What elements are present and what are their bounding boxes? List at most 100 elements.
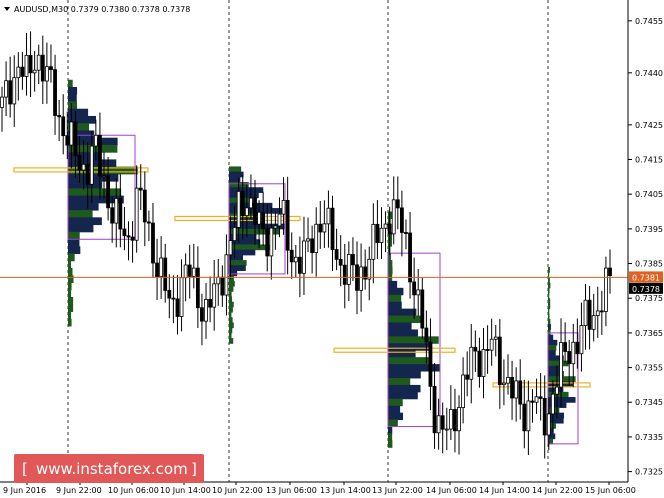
candle-bull (559, 342, 563, 388)
candle-bull (448, 409, 453, 430)
candle-bull (514, 380, 519, 399)
last-price-label: 0.7378 (632, 285, 660, 294)
candle-bull (269, 227, 274, 257)
volume-bar (229, 312, 232, 318)
candle-bear (485, 349, 490, 351)
candle-bull (204, 299, 208, 322)
candle-bear (110, 207, 115, 224)
candle-bull (293, 256, 298, 263)
candle-bear (126, 235, 131, 238)
volume-bar (68, 94, 77, 102)
volume-bar (68, 304, 74, 312)
x-tick-label: 14 Jun 14:00 (479, 486, 530, 495)
volume-bar (388, 260, 393, 268)
candle-bear (399, 207, 404, 233)
volume-bar (388, 301, 402, 310)
candle-bear (375, 223, 380, 243)
candle-bear (297, 256, 302, 274)
candle-bear (285, 200, 290, 251)
candle-bull (383, 223, 388, 229)
candle-bull (216, 276, 221, 285)
candle-bull (444, 428, 449, 431)
price-chart[interactable]: 0.7381 0.7378 0.7455 0.7440 0.7425 0.7415 0.7… (0, 0, 664, 498)
watermark-text: www.instaforex.com (36, 460, 188, 478)
volume-bar (388, 294, 402, 303)
y-tick-label: 0.7440 (635, 69, 663, 78)
x-tick-label: 9 Jun 2016 (3, 486, 46, 495)
candle-bear (334, 249, 339, 260)
volume-bar (388, 322, 412, 330)
candle-bear (151, 222, 155, 264)
candle-bull (236, 190, 241, 228)
y-tick-label: 0.7405 (635, 190, 663, 199)
x-tick-label: 10 Jun 22:00 (212, 486, 263, 495)
candle-bull (314, 223, 319, 253)
volume-bar (229, 280, 235, 287)
candle-bear (163, 257, 168, 291)
volume-bar (548, 293, 550, 299)
candle-bear (8, 80, 13, 105)
candle-bear (73, 121, 78, 156)
volume-bar (229, 327, 233, 334)
candle-bear (61, 116, 66, 137)
candle-bull (249, 197, 253, 209)
candle-bull (257, 211, 261, 225)
instaforex-logo-icon: [ (22, 460, 28, 478)
y-tick-label: 0.7455 (635, 17, 663, 26)
y-tick-label: 0.7395 (635, 225, 663, 234)
candle-bear (187, 264, 192, 277)
candle-bear (122, 228, 127, 237)
candle-bear (404, 232, 408, 234)
volume-bar (68, 311, 72, 320)
volume-bar (548, 313, 550, 320)
volume-bar (68, 202, 99, 211)
candle-bull (326, 207, 331, 225)
candle-bear (171, 297, 176, 300)
candle-bear (412, 281, 417, 296)
candle-bear (530, 400, 535, 403)
volume-bar (229, 306, 233, 313)
volume-bar (229, 249, 256, 256)
volume-bar (388, 405, 401, 414)
y-tick-label: 0.7335 (635, 433, 663, 442)
volume-bar (229, 317, 233, 323)
candle-bull (506, 377, 510, 384)
candle-bull (277, 213, 282, 227)
candle-bull (179, 277, 184, 317)
candle-bear (395, 199, 400, 209)
candle-bear (57, 115, 62, 118)
candle-bear (575, 341, 580, 355)
volume-bar (548, 339, 558, 346)
candle-bull (359, 266, 363, 291)
volume-bar (388, 357, 429, 365)
candle-bear (240, 190, 245, 217)
volume-bar (229, 322, 234, 329)
candle-bear (146, 221, 151, 224)
x-tick-label: 9 Jun 22:00 (56, 486, 102, 495)
candle-bear (53, 69, 57, 116)
x-tick-label: 14 Jun 22:00 (532, 486, 583, 495)
volume-bar (229, 171, 244, 178)
volume-bar (388, 391, 418, 400)
candle-bull (322, 223, 327, 233)
volume-bar (388, 398, 403, 407)
candle-bull (461, 374, 466, 408)
candle-bull (4, 80, 8, 98)
volume-bar (548, 308, 550, 315)
svg-text:]: ] (191, 460, 197, 478)
candle-bull (281, 200, 286, 215)
candle-bear (175, 298, 180, 317)
candle-bear (49, 66, 53, 71)
volume-bar (548, 345, 557, 351)
x-tick-label: 10 Jun 14:00 (160, 486, 211, 495)
volume-bar (388, 426, 393, 434)
candle-bull (469, 346, 474, 380)
x-tick-label: 13 Jun 22:00 (372, 486, 423, 495)
volume-bar (229, 254, 243, 261)
candle-bear (130, 236, 135, 241)
candle-bear (432, 385, 437, 434)
y-tick-label: 0.7345 (635, 398, 663, 407)
volume-bar (68, 296, 74, 305)
y-tick-label: 0.7375 (635, 294, 663, 303)
candle-bear (599, 310, 604, 313)
